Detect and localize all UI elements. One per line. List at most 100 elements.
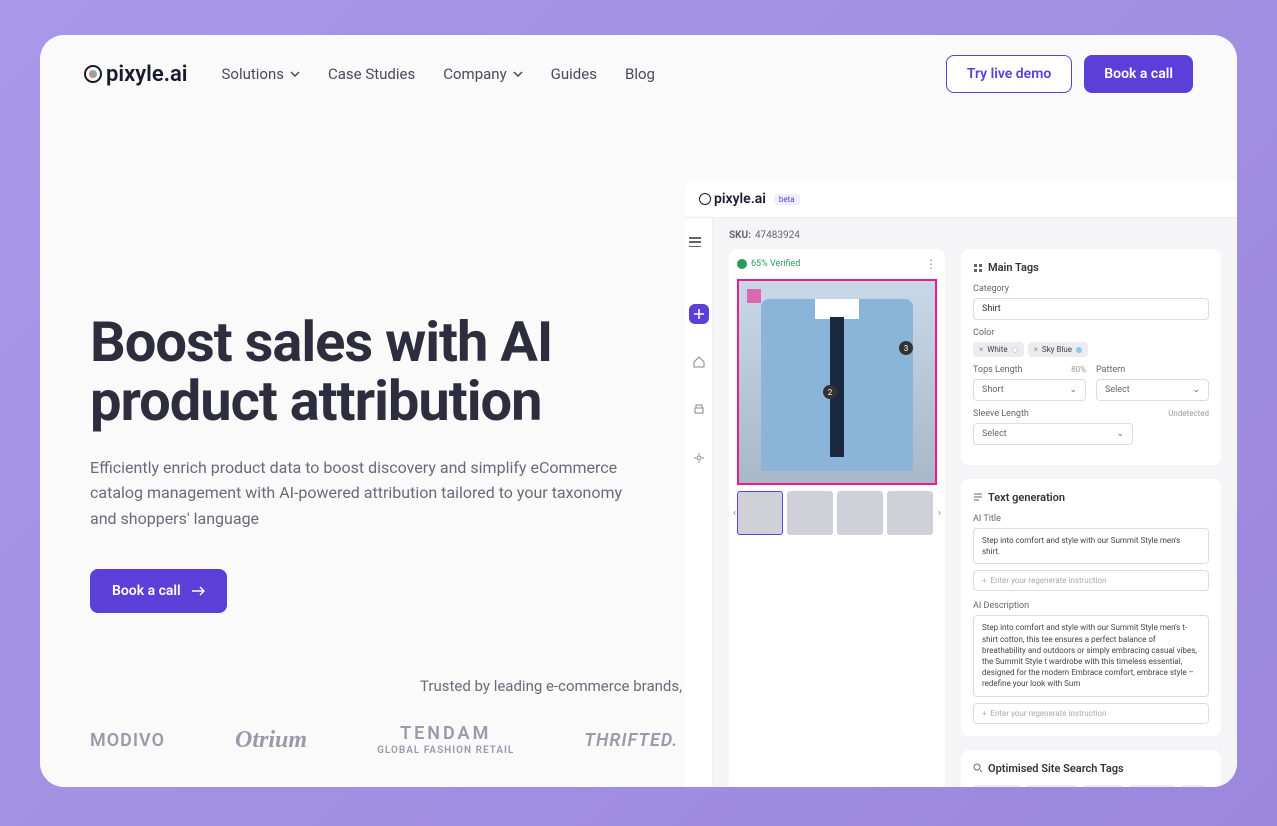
hamburger-icon — [689, 237, 701, 247]
hero-subtitle: Efficiently enrich product data to boost… — [90, 455, 650, 532]
color-tag[interactable]: ×Sky Blue — [1028, 342, 1088, 357]
detection-badge[interactable]: 2 — [823, 385, 837, 399]
sku-row: SKU: 47483924 — [729, 230, 1221, 241]
trusted-text: Trusted by leading e-commerce brands, — [420, 677, 682, 695]
plus-icon: + — [982, 576, 987, 585]
hero-section: Boost sales with AI product attribution … — [90, 113, 650, 613]
try-demo-button[interactable]: Try live demo — [946, 55, 1072, 93]
brand-logo: TENDAMGLOBAL FASHION RETAIL — [377, 723, 514, 757]
arrow-right-icon — [191, 585, 205, 597]
category-input[interactable]: Shirt — [973, 298, 1209, 320]
brand-logo: MODIVO — [90, 730, 165, 751]
thumbnail[interactable] — [787, 491, 833, 535]
nav-item-case-studies[interactable]: Case Studies — [328, 65, 415, 83]
panel-title: Optimised Site Search Tags — [973, 762, 1209, 775]
hero-cta-button[interactable]: Book a call — [90, 569, 227, 613]
dots-menu-icon[interactable]: ⋮ — [925, 257, 937, 271]
nav-item-blog[interactable]: Blog — [625, 65, 655, 83]
brand-logos: MODIVO Otrium TENDAMGLOBAL FASHION RETAI… — [90, 723, 682, 757]
main-tags-panel: Main Tags Category Shirt Color ×White ×S… — [961, 249, 1221, 465]
nav-label: Company — [443, 65, 506, 83]
search-icon — [973, 763, 983, 773]
sidebar-home-button[interactable] — [689, 352, 709, 372]
tags-icon — [973, 263, 983, 273]
hero-title: Boost sales with AI product attribution — [90, 313, 650, 431]
content-area: Boost sales with AI product attribution … — [40, 113, 1237, 613]
nav-item-company[interactable]: Company — [443, 65, 522, 83]
thumb-next-button[interactable]: › — [938, 508, 941, 519]
panel-title: Text generation — [973, 491, 1209, 504]
logo-icon — [84, 65, 102, 83]
panel-title-text: Text generation — [988, 491, 1065, 504]
tops-length-select[interactable]: Short⌄ — [973, 379, 1086, 401]
trusted-section: Trusted by leading e-commerce brands, MO… — [90, 677, 682, 757]
detection-badge[interactable]: 3 — [899, 341, 913, 355]
ai-title-label: AI Title — [973, 514, 1209, 524]
demo-header: pixyle.ai beta — [685, 181, 1237, 218]
printer-icon — [693, 404, 705, 416]
thumbnail[interactable] — [737, 491, 783, 535]
product-image[interactable]: 3 2 — [737, 279, 937, 485]
search-tag[interactable]: × Dresses — [973, 785, 1021, 788]
panel-title-text: Main Tags — [988, 261, 1039, 274]
sleeve-length-label: Sleeve LengthUndetected — [973, 409, 1209, 419]
sku-label: SKU: — [729, 230, 751, 241]
sku-value: 47483924 — [755, 230, 800, 241]
pattern-select[interactable]: Select⌄ — [1096, 379, 1209, 401]
plus-icon: + — [982, 709, 987, 718]
ai-title-value[interactable]: Step into comfort and style with our Sum… — [973, 528, 1209, 564]
regen-input[interactable]: +Enter your regenerate instruction — [973, 570, 1209, 591]
nav-label: Solutions — [221, 65, 284, 83]
field-grid: Tops Length80% Short⌄ Pattern Select⌄ — [973, 365, 1209, 409]
hero-cta-label: Book a call — [112, 583, 181, 599]
panel-title-text: Optimised Site Search Tags — [988, 762, 1124, 775]
thumbnail[interactable] — [887, 491, 933, 535]
sidebar-settings-button[interactable] — [689, 448, 709, 468]
nav-label: Blog — [625, 65, 655, 83]
shirt-illustration — [761, 299, 913, 471]
verified-badge: 65% Verified — [737, 259, 800, 269]
text-gen-panel: Text generation AI Title Step into comfo… — [961, 479, 1221, 736]
brand-logo: Otrium — [235, 727, 307, 754]
nav-right: Try live demo Book a call — [946, 55, 1193, 93]
nav-bar: pixyle.ai Solutions Case Studies Company… — [40, 35, 1237, 113]
demo-columns: 65% Verified ⋮ 3 2 — [729, 249, 1221, 787]
color-dot-icon — [1012, 347, 1018, 353]
gear-icon — [693, 452, 705, 464]
ai-desc-value[interactable]: Step into comfort and style with our Sum… — [973, 615, 1209, 696]
sleeve-length-select[interactable]: Select⌄ — [973, 423, 1133, 445]
search-tag[interactable]: × Jumpsuit — [1025, 785, 1078, 788]
beta-badge: beta — [774, 194, 800, 205]
sidebar-print-button[interactable] — [689, 400, 709, 420]
brand-logo: THRIFTED. — [584, 730, 678, 751]
remove-icon[interactable]: × — [979, 345, 983, 354]
chevron-down-icon — [290, 71, 300, 77]
thumb-prev-button[interactable]: ‹ — [733, 508, 736, 519]
regen-input[interactable]: +Enter your regenerate instruction — [973, 703, 1209, 724]
remove-icon[interactable]: × — [1034, 345, 1038, 354]
demo-logo-icon — [699, 193, 711, 205]
main-container: pixyle.ai Solutions Case Studies Company… — [40, 35, 1237, 787]
ai-desc-label: AI Description — [973, 601, 1209, 611]
search-tag[interactable]: × V- — [1180, 785, 1206, 788]
logo[interactable]: pixyle.ai — [84, 62, 187, 87]
verified-text: 65% Verified — [751, 259, 800, 269]
search-tag[interactable]: × Straps — [1082, 785, 1124, 788]
logo-text: pixyle.ai — [106, 62, 187, 87]
thumbnail-row: ‹ › — [737, 491, 937, 535]
nav-item-solutions[interactable]: Solutions — [221, 65, 300, 83]
sidebar-add-button[interactable] — [689, 304, 709, 324]
chevron-down-icon: ⌄ — [1116, 429, 1124, 439]
search-tags-panel: Optimised Site Search Tags × Dresses × Ju… — [961, 750, 1221, 788]
demo-sidebar — [685, 218, 713, 787]
nav-label: Case Studies — [328, 65, 415, 83]
search-tags-list: × Dresses × Jumpsuit × Straps × Blouses × V-… — [973, 785, 1209, 788]
sidebar-menu-button[interactable] — [689, 232, 709, 252]
thumbnail[interactable] — [837, 491, 883, 535]
search-tag[interactable]: × Blouses — [1128, 785, 1176, 788]
book-call-button[interactable]: Book a call — [1084, 55, 1193, 93]
demo-content: SKU: 47483924 65% Verified ⋮ — [713, 218, 1237, 787]
color-tags: ×White ×Sky Blue — [973, 342, 1209, 357]
nav-item-guides[interactable]: Guides — [551, 65, 597, 83]
color-tag[interactable]: ×White — [973, 342, 1024, 357]
